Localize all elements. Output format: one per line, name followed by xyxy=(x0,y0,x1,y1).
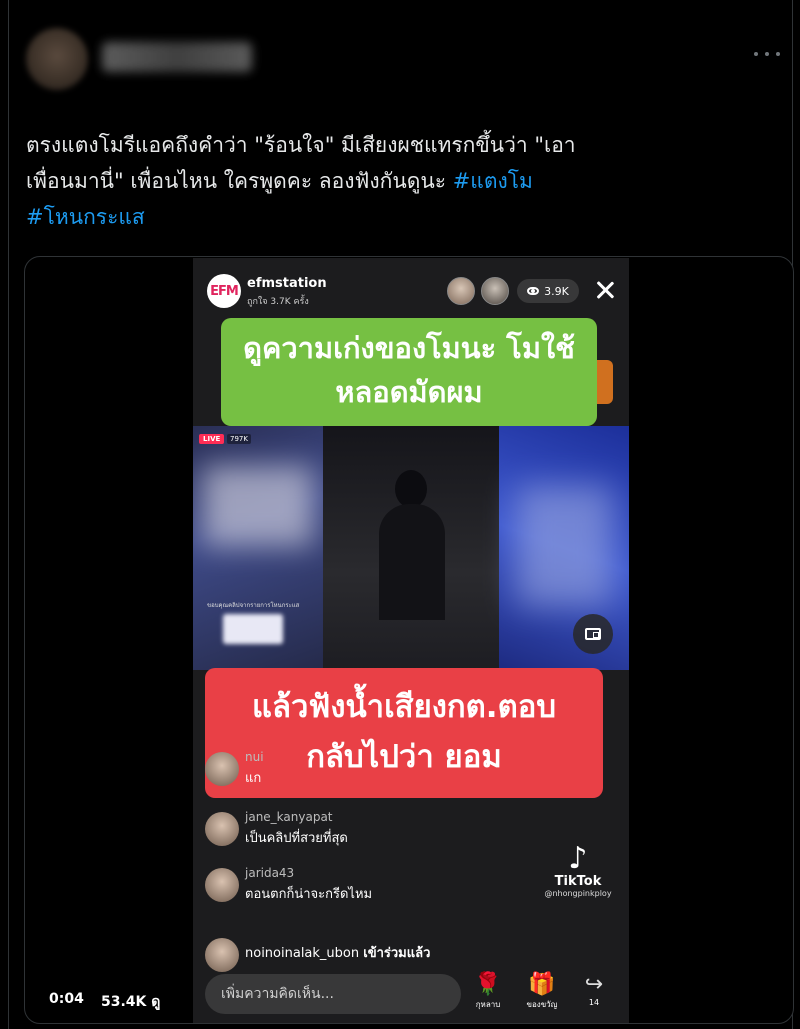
gift-icon: 🎁 xyxy=(528,972,556,997)
comment-text: เป็นคลิปที่สวยที่สุด xyxy=(245,831,348,846)
rose-button[interactable]: 🌹 กุหลาบ xyxy=(463,972,513,1011)
host-likes: ถูกใจ 3.7K ครั้ง xyxy=(247,297,309,307)
rose-icon: 🌹 xyxy=(474,972,502,997)
author-avatar[interactable] xyxy=(26,28,88,90)
tweet-header xyxy=(26,22,786,112)
eye-icon xyxy=(527,287,540,295)
commenter-name[interactable]: jarida43 xyxy=(245,866,294,880)
share-button[interactable]: ↪ 14 xyxy=(569,972,619,1007)
tiktok-name: TikTok xyxy=(554,874,602,889)
video-views: 53.4K ดู xyxy=(101,994,161,1010)
joiner-avatar[interactable] xyxy=(205,938,239,972)
comment-text: แก xyxy=(245,771,262,786)
comment-input[interactable]: เพิ่มความคิดเห็น... xyxy=(205,974,461,1014)
tweet-text-line3: #โหนกระแส xyxy=(26,199,791,235)
video-pane-center xyxy=(323,426,499,670)
tiktok-handle: @nhongpinkploy xyxy=(544,889,612,898)
close-icon[interactable] xyxy=(593,278,617,302)
green-caption-line1: ดูความเก่งของโมนะ โมใช้ xyxy=(243,331,575,365)
gift-button[interactable]: 🎁 ของขวัญ xyxy=(517,972,567,1011)
viewer-count: 3.9K xyxy=(544,284,569,298)
live-views: 797K xyxy=(227,434,251,444)
commenter-avatar[interactable] xyxy=(205,752,239,786)
commenter-name[interactable]: nui xyxy=(245,750,264,764)
video-pane-left: LIVE 797K ขอบคุณคลิปจากรายการโหนกระแส xyxy=(193,426,323,670)
live-badge: LIVE xyxy=(199,434,225,444)
live-header: EFM efmstation ถูกใจ 3.7K ครั้ง 3.9K xyxy=(193,258,629,324)
tweet-text-line1: ตรงแตงโมรีแอคถึงคำว่า "ร้อนใจ" มีเสียงผช… xyxy=(26,133,576,157)
red-caption: แล้วฟังน้ำเสียงกต.ตอบ กลับไปว่า ยอม xyxy=(205,668,603,798)
timeline-border-left xyxy=(8,0,9,1029)
tweet-text-line2: เพื่อนมานี่" เพื่อนไหน ใครพูดคะ ลองฟังกั… xyxy=(26,169,533,193)
comment-text: ตอนตกก็น่าจะกรีดไหม xyxy=(245,887,373,902)
picture-in-picture-icon[interactable] xyxy=(573,614,613,654)
host-name[interactable]: efmstation xyxy=(247,276,327,291)
viewer-avatar[interactable] xyxy=(447,277,475,305)
commenter-avatar[interactable] xyxy=(205,868,239,902)
share-count: 14 xyxy=(588,998,600,1007)
joiner-name[interactable]: noinoinalak_ubon xyxy=(245,946,359,961)
video-player[interactable]: EFM efmstation ถูกใจ 3.7K ครั้ง 3.9K ดูค… xyxy=(193,258,629,1023)
rose-label: กุหลาบ xyxy=(475,1000,501,1009)
host-avatar[interactable]: EFM xyxy=(207,274,241,308)
commenter-name[interactable]: jane_kanyapat xyxy=(245,810,333,824)
hashtag-link[interactable]: #โหนกระแส xyxy=(26,205,145,229)
video-time: 0:04 xyxy=(49,991,84,1007)
red-caption-line2: กลับไปว่า ยอม xyxy=(306,739,502,775)
commenter-avatar[interactable] xyxy=(205,812,239,846)
viewer-count-badge[interactable]: 3.9K xyxy=(517,279,579,303)
tiktok-logo-icon: ♪ xyxy=(568,841,588,876)
viewer-avatar[interactable] xyxy=(481,277,509,305)
tweet-text: ตรงแตงโมรีแอคถึงคำว่า "ร้อนใจ" มีเสียงผช… xyxy=(26,127,791,235)
tiktok-watermark: ♪ TikTok @nhongpinkploy xyxy=(533,841,623,899)
red-caption-line1: แล้วฟังน้ำเสียงกต.ตอบ xyxy=(252,689,556,725)
green-caption: ดูความเก่งของโมนะ โมใช้ หลอดมัดผม xyxy=(221,318,597,426)
credit-text: ขอบคุณคลิปจากรายการโหนกระแส xyxy=(207,602,300,609)
more-options-icon[interactable] xyxy=(754,44,780,64)
media-card[interactable]: EFM efmstation ถูกใจ 3.7K ครั้ง 3.9K ดูค… xyxy=(24,256,794,1024)
author-name-blurred[interactable] xyxy=(102,42,252,72)
gift-label: ของขวัญ xyxy=(526,1000,558,1009)
green-caption-line2: หลอดมัดผม xyxy=(335,375,483,409)
person-silhouette xyxy=(373,470,445,620)
show-logo xyxy=(223,614,283,644)
join-text: noinoinalak_ubon เข้าร่วมแล้ว xyxy=(245,946,431,961)
share-icon: ↪ xyxy=(584,972,604,997)
hashtag-link[interactable]: #แตงโม xyxy=(453,169,533,193)
